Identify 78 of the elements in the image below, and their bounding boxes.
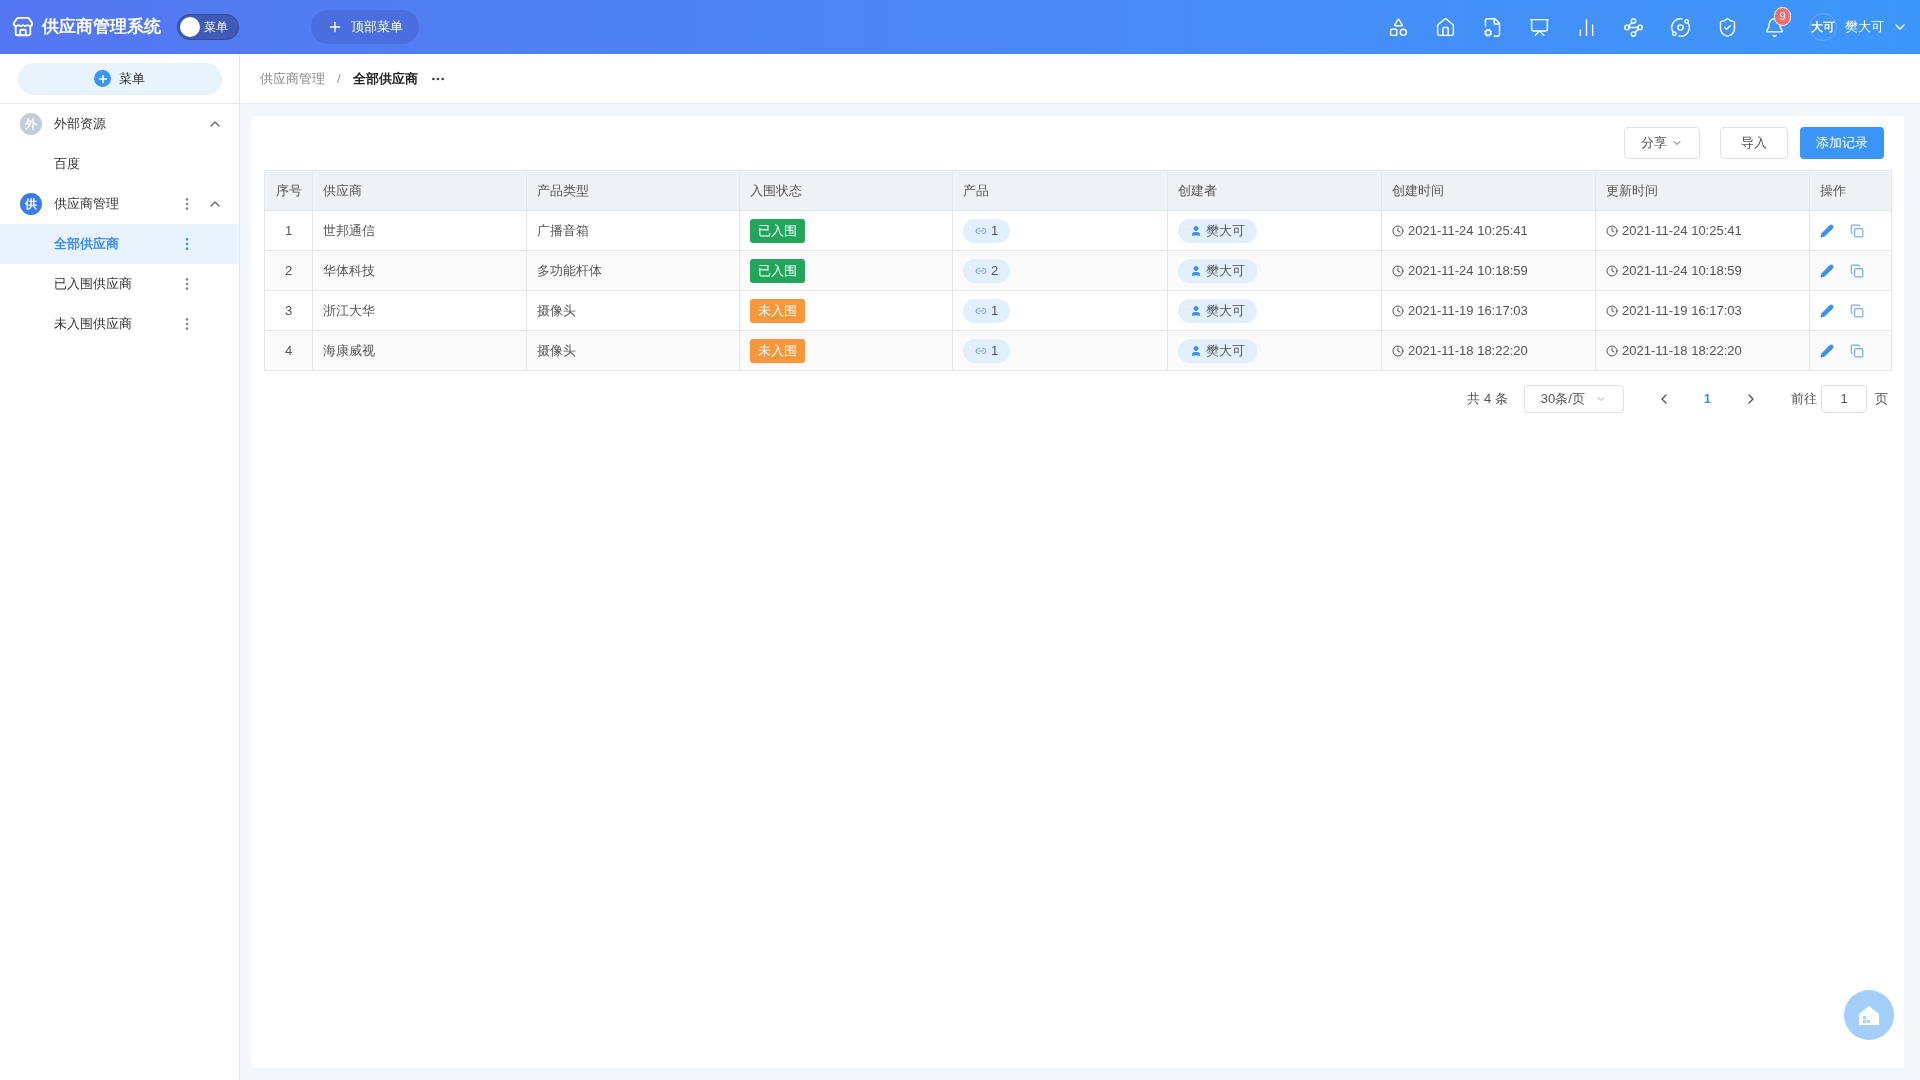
table-cell: 海康威视 (313, 331, 527, 370)
menu-item[interactable]: 已入围供应商 (0, 264, 239, 304)
app-title: 供应商管理系统 (42, 16, 161, 39)
user-icon (1190, 344, 1202, 357)
total-count: 共 4 条 (1467, 390, 1508, 409)
menu-item[interactable]: 未入围供应商 (0, 304, 239, 344)
clock-icon (1392, 224, 1404, 237)
breadcrumb-item[interactable]: 供应商管理 (260, 68, 325, 89)
creator-tag: 樊大可 (1178, 338, 1257, 363)
group-badge: 供 (20, 193, 42, 215)
page-unit-label: 页 (1875, 390, 1888, 409)
edit-icon[interactable] (1820, 303, 1834, 318)
share-button[interactable]: 分享 (1624, 127, 1700, 159)
house-icon (1857, 1004, 1881, 1026)
home-float-button[interactable] (1844, 990, 1894, 1040)
page-size-select[interactable]: 30条/页 (1523, 385, 1624, 413)
document-gear-icon[interactable] (1482, 16, 1503, 38)
menu-group[interactable]: 外 外部资源 (0, 104, 239, 144)
table-cell-text: 2021-11-24 10:25:41 (1622, 221, 1742, 240)
clock-icon (1606, 344, 1618, 357)
clock-icon (1606, 304, 1618, 317)
shapes-icon[interactable] (1388, 16, 1409, 38)
plus-icon (96, 72, 109, 85)
page-input[interactable]: 1 (1821, 385, 1867, 413)
status-tag: 已入围 (750, 258, 805, 283)
menu-item[interactable]: 百度 (0, 144, 239, 184)
top-menu-button[interactable]: 顶部菜单 (311, 10, 419, 44)
breadcrumb-separator: / (337, 69, 341, 88)
store-icon (12, 16, 34, 38)
breadcrumb-item: 全部供应商 (352, 69, 418, 88)
copy-icon[interactable] (1850, 303, 1864, 318)
plus-icon (327, 19, 343, 35)
user-icon (1190, 224, 1202, 237)
creator-tag: 樊大可 (1178, 298, 1257, 323)
edit-icon[interactable] (1820, 223, 1834, 238)
creator-tag: 樊大可 (1178, 258, 1257, 283)
import-button[interactable]: 导入 (1720, 127, 1788, 159)
menu-group[interactable]: 供 供应商管理 (0, 184, 239, 224)
copy-icon[interactable] (1850, 223, 1864, 238)
product-count-tag[interactable]: 1 (963, 218, 1011, 243)
group-label: 外部资源 (54, 115, 107, 134)
status-tag: 未入围 (750, 298, 805, 323)
add-menu-button[interactable]: 菜单 (17, 62, 222, 95)
edit-icon[interactable] (1820, 263, 1834, 278)
status-tag: 未入围 (750, 338, 805, 363)
clock-icon (1392, 344, 1404, 357)
group-label: 供应商管理 (54, 195, 120, 214)
shield-icon[interactable] (1717, 16, 1738, 38)
user-icon (1190, 264, 1202, 277)
copy-icon[interactable] (1850, 263, 1864, 278)
table-cell: 摄像头 (527, 331, 740, 370)
user-icon (1190, 304, 1202, 317)
product-count-tag[interactable]: 1 (963, 338, 1011, 363)
clock-icon (1392, 304, 1404, 317)
table-cell-text: 2021-11-19 16:17:03 (1408, 301, 1528, 320)
flow-icon[interactable] (1623, 16, 1644, 38)
table-cell-text: 2021-11-18 18:22:20 (1408, 341, 1528, 360)
table-cell-text: 2021-11-24 10:18:59 (1622, 261, 1742, 280)
product-count-tag[interactable]: 1 (963, 298, 1011, 323)
table-cell: 4 (265, 331, 313, 370)
product-count-tag[interactable]: 2 (963, 258, 1011, 283)
clock-icon (1606, 224, 1618, 237)
home-icon[interactable] (1435, 16, 1456, 38)
clock-icon (1606, 264, 1618, 277)
menu-switch[interactable]: 菜单 (177, 14, 239, 40)
table-cell-text: 2021-11-18 18:22:20 (1622, 341, 1742, 360)
creator-tag: 樊大可 (1178, 218, 1257, 243)
edit-icon[interactable] (1820, 343, 1834, 358)
clock-icon (1392, 264, 1404, 277)
goto-label: 前往 (1791, 390, 1817, 409)
table-cell-text: 2021-11-24 10:18:59 (1408, 261, 1528, 280)
table-cell-text: 2021-11-24 10:25:41 (1408, 221, 1528, 240)
column-header: 操作 (1819, 181, 1847, 200)
status-tag: 已入围 (750, 218, 805, 243)
group-badge: 外 (20, 113, 42, 135)
table-cell-text: 2021-11-19 16:17:03 (1622, 301, 1742, 320)
copy-icon[interactable] (1850, 343, 1864, 358)
notification-badge: 9 (1774, 6, 1791, 26)
